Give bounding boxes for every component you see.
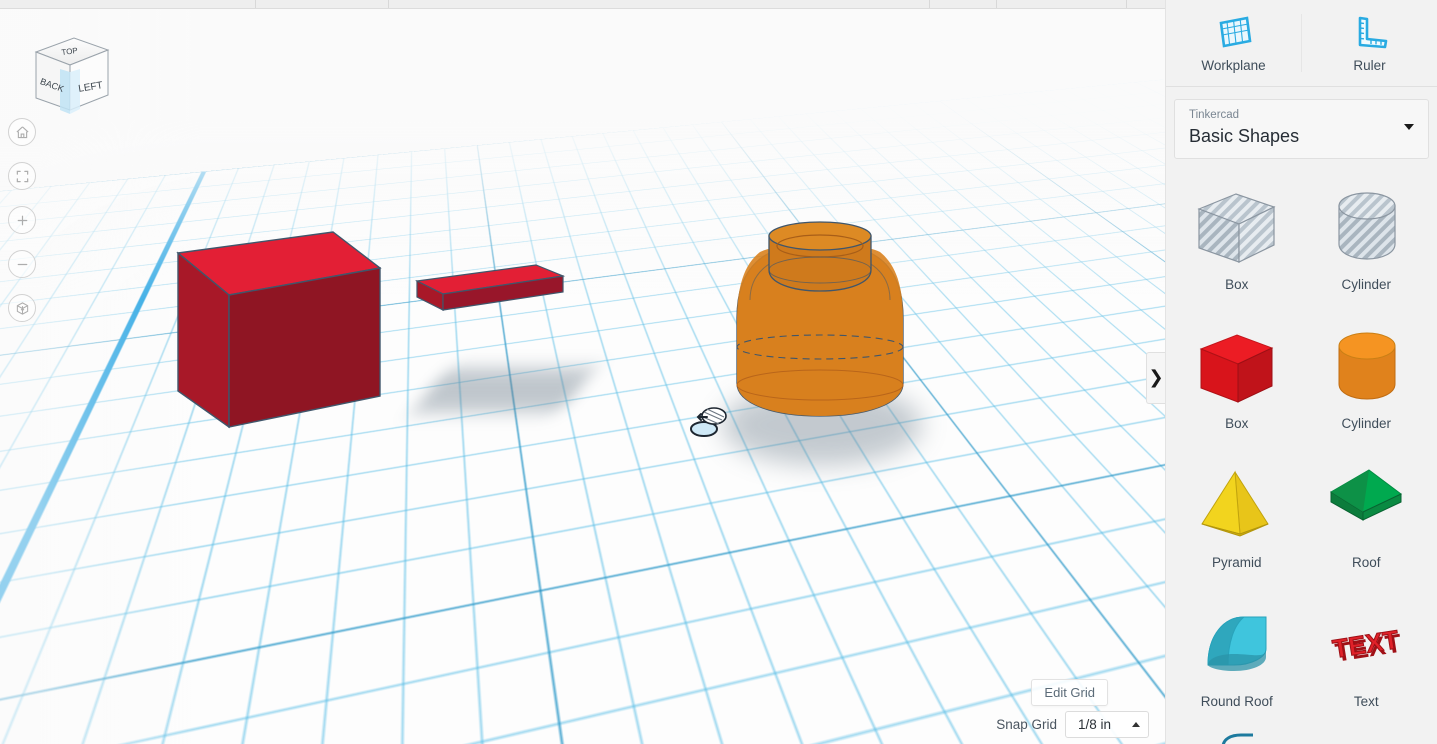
home-view-button[interactable]: [8, 118, 36, 146]
top-toolbar-strip: [0, 0, 1165, 9]
shape-library-kicker: Tinkercad: [1189, 109, 1240, 121]
shape-label: Text: [1353, 694, 1379, 710]
shape-item-round-roof[interactable]: Round Roof: [1172, 590, 1302, 729]
snap-grid-controls: Snap Grid 1/8 in: [996, 711, 1149, 738]
shape-label: Cylinder: [1341, 416, 1392, 432]
sidebar-top-tools: Workplane Ruler: [1166, 0, 1437, 87]
ruler-icon: [1358, 16, 1387, 49]
shape-label: Box: [1225, 416, 1249, 432]
cube-projection-icon: [16, 301, 28, 315]
scene-objects[interactable]: [0, 0, 1165, 744]
shape-item-pyramid[interactable]: Pyramid: [1172, 451, 1302, 590]
3d-viewport[interactable]: 20: [0, 0, 1165, 744]
fit-all-icon: [16, 170, 28, 182]
workplane-tool-label: Workplane: [1201, 58, 1266, 73]
ruler-tool[interactable]: Ruler: [1302, 0, 1437, 86]
workplane-tool[interactable]: Workplane: [1166, 0, 1301, 86]
workplane-icon: [1219, 16, 1251, 48]
chevron-right-icon: ❯: [1148, 367, 1164, 388]
shape-label: Round Roof: [1200, 694, 1273, 710]
projection-toggle-button[interactable]: [8, 294, 36, 322]
plus-icon: [17, 215, 27, 225]
pyramid-yellow-art: [1194, 457, 1280, 553]
red-cube-front-face: [228, 267, 381, 428]
roof-green-art: [1323, 457, 1409, 553]
shape-item-roof[interactable]: Roof: [1302, 451, 1432, 590]
chevron-down-icon: [1404, 124, 1414, 130]
shape-library-dropdown[interactable]: Tinkercad Basic Shapes: [1174, 99, 1429, 160]
shape-label: Pyramid: [1211, 555, 1262, 571]
shape-item-box-red[interactable]: Box: [1172, 312, 1302, 451]
next-row-art-left: [1207, 729, 1267, 744]
viewport-tool-rail: [8, 118, 36, 338]
shape-item-next-row-peek-right[interactable]: [1302, 729, 1432, 744]
shape-label: Roof: [1351, 555, 1381, 571]
sidebar-collapse-handle[interactable]: ❯: [1146, 352, 1165, 404]
fit-view-button[interactable]: [8, 162, 36, 190]
red-cube-object[interactable]: [176, 231, 382, 429]
shape-library-text: Tinkercad Basic Shapes: [1189, 108, 1299, 148]
shape-library-title: Basic Shapes: [1189, 125, 1300, 146]
tinkercad-app: 20: [0, 0, 1437, 744]
shape-item-next-row-peek-left[interactable]: [1172, 729, 1302, 744]
shape-item-text[interactable]: TEXT TEXT Text: [1302, 590, 1432, 729]
shape-item-box-hatched[interactable]: Box: [1172, 173, 1302, 312]
cursor-and-workplane-marker: [690, 407, 727, 437]
snap-grid-label: Snap Grid: [996, 717, 1057, 732]
box-hatched-art: [1194, 179, 1280, 275]
zoom-out-button[interactable]: [8, 250, 36, 278]
shapes-sidebar: Workplane Ruler Tinkercad Basic Shapes B…: [1165, 0, 1437, 744]
edit-grid-button[interactable]: Edit Grid: [1031, 679, 1108, 706]
shape-label: Cylinder: [1341, 277, 1392, 293]
snap-grid-value: 1/8 in: [1078, 717, 1112, 732]
box-red-art: [1194, 318, 1280, 414]
red-slab-object[interactable]: [414, 264, 566, 311]
shape-label: Box: [1225, 277, 1249, 293]
view-cube[interactable]: TOP BACK LEFT: [18, 26, 110, 120]
ruler-tool-label: Ruler: [1353, 58, 1386, 73]
zoom-in-button[interactable]: [8, 206, 36, 234]
dome-top-cylinder-cap: [768, 221, 872, 251]
cylinder-orange-art: [1323, 318, 1409, 414]
cylinder-hatched-art: [1323, 179, 1409, 275]
shape-grid: Box Cylinder Box Cylinder Pyramid Roof R…: [1166, 159, 1437, 744]
text-red-art: TEXT TEXT: [1323, 596, 1409, 692]
shape-item-cylinder-hatched[interactable]: Cylinder: [1302, 173, 1432, 312]
roundroof-teal-art: [1194, 596, 1280, 692]
home-icon: [15, 125, 29, 138]
snap-grid-select[interactable]: 1/8 in: [1065, 711, 1149, 738]
minus-icon: [17, 263, 27, 265]
shape-item-cylinder-orange[interactable]: Cylinder: [1302, 312, 1432, 451]
chevron-up-icon: [1132, 722, 1140, 727]
orange-dome-object[interactable]: [736, 221, 904, 417]
